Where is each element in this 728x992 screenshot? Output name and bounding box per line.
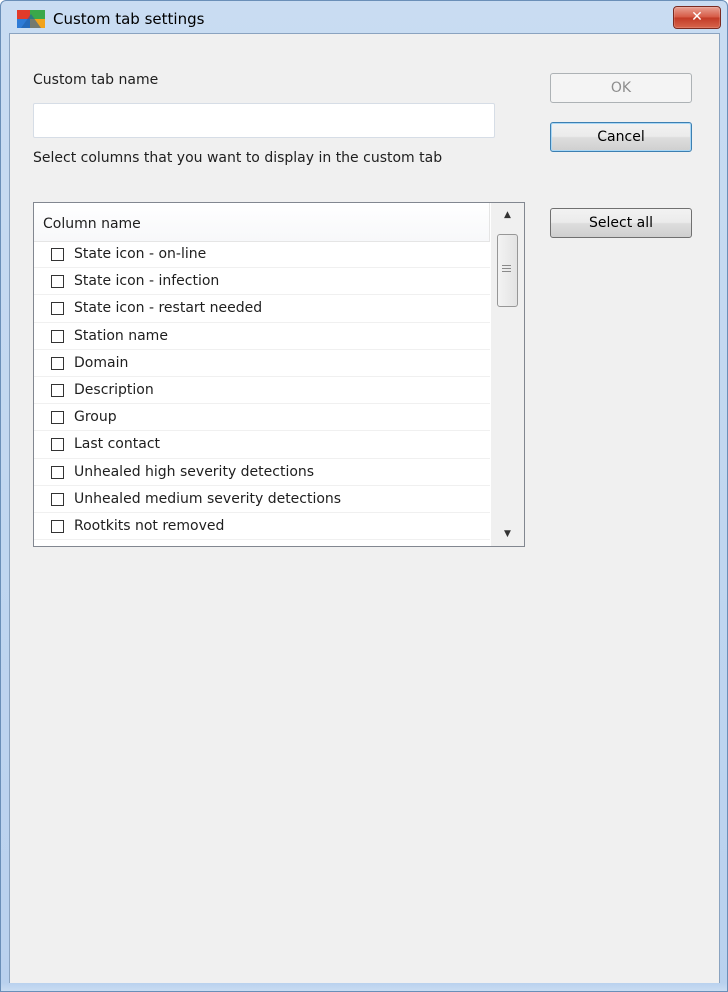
scroll-down-icon[interactable]: ▼ xyxy=(491,524,524,544)
list-item-label: Unhealed high severity detections xyxy=(74,463,315,480)
avg-logo-icon xyxy=(17,10,45,28)
list-item-label: State icon - restart needed xyxy=(74,300,263,317)
checkbox[interactable] xyxy=(51,492,64,506)
scroll-up-icon[interactable]: ▲ xyxy=(491,205,524,225)
vertical-scrollbar[interactable]: ▲ ▼ xyxy=(491,203,524,546)
dialog-window: Custom tab settings ✕ Custom tab name Se… xyxy=(0,0,728,992)
checkbox[interactable] xyxy=(51,275,64,289)
custom-tab-name-input[interactable] xyxy=(33,103,495,138)
list-item-label: State icon - infection xyxy=(74,273,220,290)
checkbox[interactable] xyxy=(51,438,64,452)
list-item-label: Last contact xyxy=(74,436,161,453)
list-item[interactable]: State icon - infection xyxy=(34,268,490,296)
checkbox[interactable] xyxy=(51,248,64,261)
list-item[interactable]: Unhealed high severity detections xyxy=(34,459,490,486)
custom-tab-name-label: Custom tab name xyxy=(33,72,159,88)
list-item[interactable]: State icon - on-line xyxy=(34,241,490,269)
close-button[interactable]: ✕ xyxy=(673,6,721,29)
select-all-button[interactable]: Select all xyxy=(550,208,692,238)
list-item-label: State icon - on-line xyxy=(74,246,207,262)
list-item[interactable]: Station name xyxy=(34,323,490,350)
checkbox[interactable] xyxy=(51,411,64,425)
checkbox[interactable] xyxy=(51,519,64,533)
checkbox[interactable] xyxy=(51,329,64,343)
list-item-label: Unhealed medium severity detections xyxy=(74,490,342,507)
column-header[interactable]: Column name xyxy=(34,203,490,242)
grip-line xyxy=(502,271,511,272)
header-divider xyxy=(489,203,490,241)
checkbox[interactable] xyxy=(51,383,64,397)
window-title: Custom tab settings xyxy=(53,10,205,28)
scrollbar-thumb[interactable] xyxy=(497,234,518,307)
close-icon: ✕ xyxy=(691,9,703,25)
grip-line xyxy=(502,265,511,266)
list-item[interactable]: Domain xyxy=(34,350,490,377)
list-item-label: Domain xyxy=(74,354,129,371)
list-item[interactable]: State icon - restart needed xyxy=(34,295,490,323)
columns-list: State icon - on-line State icon - infect… xyxy=(34,241,490,541)
window-bottom-frame xyxy=(1,983,727,991)
list-item[interactable]: Last contact xyxy=(34,431,490,459)
list-item-label: Rootkits not removed xyxy=(74,517,225,534)
list-item[interactable]: Unhealed medium severity detections xyxy=(34,486,490,513)
columns-listview[interactable]: Column name State icon - on-line State i… xyxy=(33,202,525,547)
list-item[interactable]: Group xyxy=(34,404,490,432)
list-item[interactable]: Description xyxy=(34,377,490,405)
column-header-label: Column name xyxy=(43,216,141,232)
list-item-label: Group xyxy=(74,409,117,426)
title-bar[interactable]: Custom tab settings ✕ xyxy=(1,1,727,33)
columns-prompt-label: Select columns that you want to display … xyxy=(33,150,443,166)
cancel-button[interactable]: Cancel xyxy=(550,122,692,152)
list-item-label: Description xyxy=(74,381,154,398)
checkbox[interactable] xyxy=(51,465,64,479)
checkbox[interactable] xyxy=(51,356,64,370)
ok-button[interactable]: OK xyxy=(550,73,692,103)
checkbox[interactable] xyxy=(51,302,64,316)
list-item[interactable]: Rootkits not removed xyxy=(34,513,490,541)
list-item-label: Station name xyxy=(74,327,168,344)
dialog-client-area: Custom tab name Select columns that you … xyxy=(9,33,720,985)
grip-line xyxy=(502,268,511,269)
